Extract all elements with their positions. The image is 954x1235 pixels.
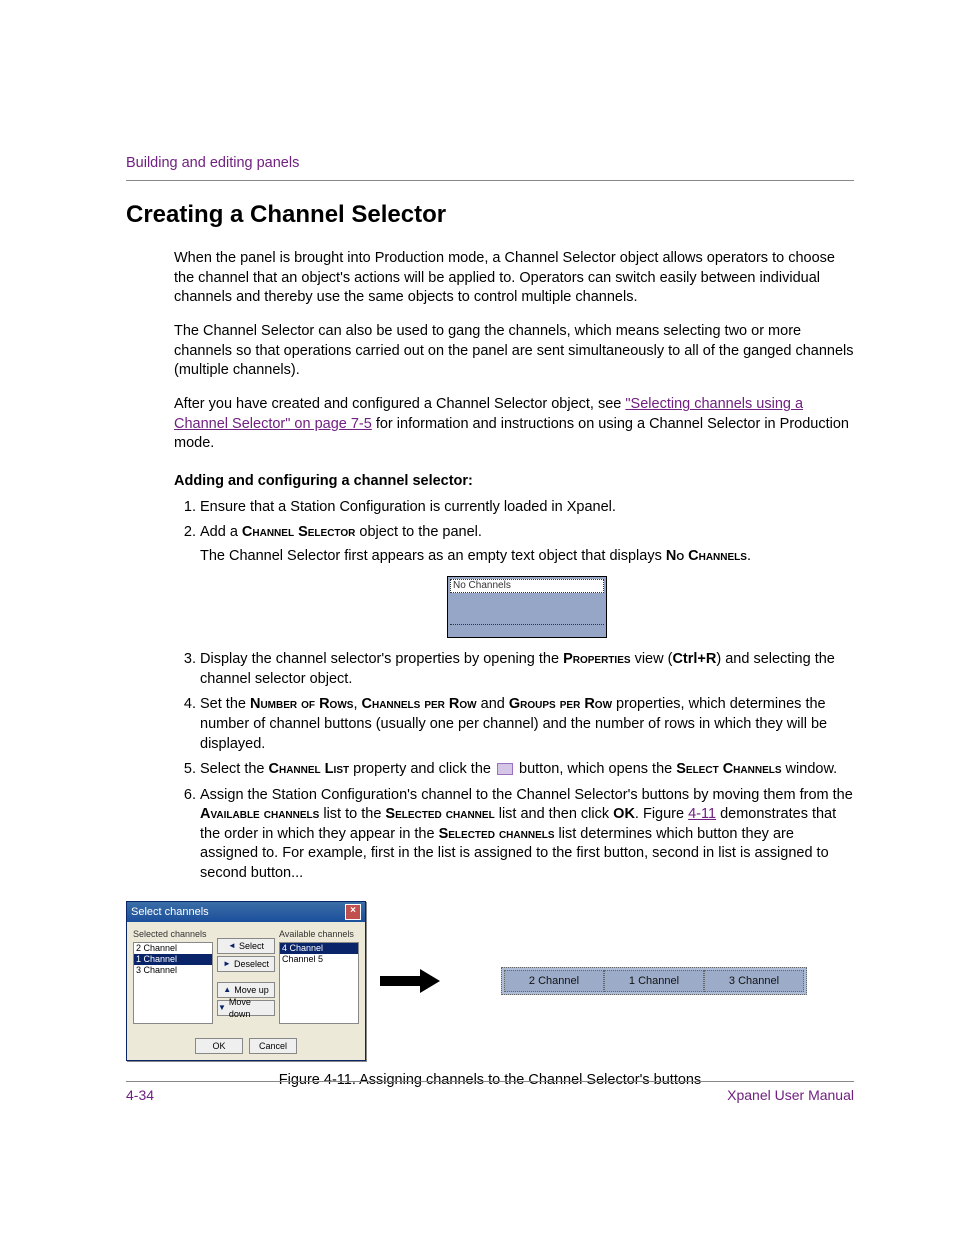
dialog-footer: OK Cancel — [127, 1034, 365, 1060]
nc-bottom-ornament — [450, 624, 604, 635]
step5-d: window. — [782, 761, 838, 777]
ellipsis-button-icon — [497, 763, 513, 775]
selected-channels-column: Selected channels 2 Channel 1 Channel 3 … — [133, 928, 213, 1028]
select-button[interactable]: ◄Select — [217, 938, 275, 954]
page-number: 4-34 — [126, 1086, 154, 1105]
para3-pre: After you have created and configured a … — [174, 396, 625, 412]
list-item[interactable]: 3 Channel — [134, 965, 212, 976]
available-channels-column: Available channels 4 Channel Channel 5 — [279, 928, 359, 1028]
list-item[interactable]: Channel 5 — [280, 954, 358, 965]
channel-selector-empty: No Channels — [447, 576, 607, 638]
dialog-button-column: ◄Select ►Deselect ▲Move up ▼Move down — [217, 928, 275, 1028]
arrow-right-icon — [380, 969, 440, 993]
move-down-button[interactable]: ▼Move down — [217, 1000, 275, 1016]
step5-c: button, which opens the — [515, 761, 676, 777]
step3-b: view ( — [631, 651, 673, 667]
step2-text-a: Add a — [200, 524, 242, 540]
breadcrumb: Building and editing panels — [126, 154, 854, 174]
selected-channels-list[interactable]: 2 Channel 1 Channel 3 Channel — [133, 942, 213, 1024]
arrow-up-icon: ▲ — [223, 986, 231, 994]
manual-name: Xpanel User Manual — [727, 1086, 854, 1105]
step2sub-b: . — [747, 548, 751, 564]
step-5: Select the Channel List property and cli… — [200, 760, 854, 780]
step6-sc1: Available channels — [200, 806, 319, 822]
step2-sub: The Channel Selector first appears as an… — [200, 547, 854, 567]
step2sub-a: The Channel Selector first appears as an… — [200, 548, 666, 564]
step4-m2: and — [477, 696, 509, 712]
step6-m3: . Figure — [635, 806, 688, 822]
deselect-button[interactable]: ►Deselect — [217, 956, 275, 972]
close-icon[interactable]: × — [345, 904, 361, 920]
step-3: Display the channel selector's propertie… — [200, 650, 854, 689]
dialog-title-text: Select channels — [131, 905, 209, 920]
ok-button[interactable]: OK — [195, 1038, 243, 1054]
step4-a: Set the — [200, 696, 250, 712]
channel-button[interactable]: 1 Channel — [604, 970, 704, 992]
step6-a: Assign the Station Configuration's chann… — [200, 787, 853, 803]
step5-sc2: Select Channels — [676, 761, 781, 777]
arrow-left-icon: ◄ — [228, 942, 236, 950]
step-2: Add a Channel Selector object to the pan… — [200, 523, 854, 638]
step4-sc3: Groups per Row — [509, 696, 612, 712]
channel-selector-preview: 2 Channel 1 Channel 3 Channel — [501, 967, 807, 995]
paragraph-2: The Channel Selector can also be used to… — [174, 322, 854, 381]
step5-b: property and click the — [349, 761, 495, 777]
step4-m1: , — [353, 696, 361, 712]
selected-channels-label: Selected channels — [133, 928, 213, 940]
paragraph-3: After you have created and configured a … — [174, 395, 854, 454]
procedure-list: Ensure that a Station Configuration is c… — [174, 498, 854, 884]
step3-shortcut: Ctrl+R — [672, 651, 716, 667]
step2-smallcap: Channel Selector — [242, 524, 355, 540]
list-item[interactable]: 4 Channel — [280, 943, 358, 954]
header-rule — [126, 180, 854, 181]
step2-text-b: object to the panel. — [355, 524, 482, 540]
step-1: Ensure that a Station Configuration is c… — [200, 498, 854, 518]
dialog-titlebar: Select channels × — [127, 902, 365, 922]
moveup-button-label: Move up — [234, 984, 269, 996]
dialog-body: Selected channels 2 Channel 1 Channel 3 … — [127, 922, 365, 1034]
step6-sc2: Selected channel — [385, 806, 494, 822]
document-page: Building and editing panels Creating a C… — [0, 0, 954, 1235]
select-channels-dialog: Select channels × Selected channels 2 Ch… — [126, 901, 366, 1061]
step4-sc2: Channels per Row — [362, 696, 477, 712]
arrow-right-icon: ► — [223, 960, 231, 968]
page-footer: 4-34 Xpanel User Manual — [126, 1081, 854, 1105]
figure-ref-link[interactable]: 4-11 — [688, 806, 716, 822]
select-button-label: Select — [239, 940, 264, 952]
step3-sc: Properties — [563, 651, 630, 667]
step5-a: Select the — [200, 761, 269, 777]
step2sub-sc: No Channels — [666, 548, 747, 564]
movedown-button-label: Move down — [229, 996, 274, 1020]
cancel-button[interactable]: Cancel — [249, 1038, 297, 1054]
figure-4-11: Select channels × Selected channels 2 Ch… — [126, 901, 854, 1061]
step6-ok: OK — [613, 806, 635, 822]
no-channels-figure: No Channels — [447, 576, 607, 638]
page-title: Creating a Channel Selector — [126, 199, 854, 231]
channel-button[interactable]: 3 Channel — [704, 970, 804, 992]
no-channels-label: No Channels — [450, 579, 604, 593]
available-channels-list[interactable]: 4 Channel Channel 5 — [279, 942, 359, 1024]
step-4: Set the Number of Rows, Channels per Row… — [200, 695, 854, 754]
step5-sc1: Channel List — [269, 761, 350, 777]
step-6: Assign the Station Configuration's chann… — [200, 786, 854, 884]
step6-m1: list to the — [319, 806, 385, 822]
deselect-button-label: Deselect — [234, 958, 269, 970]
step6-sc3: Selected channels — [439, 826, 555, 842]
arrow-down-icon: ▼ — [218, 1004, 226, 1012]
channel-button[interactable]: 2 Channel — [504, 970, 604, 992]
list-item[interactable]: 1 Channel — [134, 954, 212, 965]
paragraph-1: When the panel is brought into Productio… — [174, 249, 854, 308]
procedure-heading: Adding and configuring a channel selecto… — [174, 472, 854, 492]
list-item[interactable]: 2 Channel — [134, 943, 212, 954]
step6-m2: list and then click — [495, 806, 613, 822]
step3-a: Display the channel selector's propertie… — [200, 651, 563, 667]
step4-sc1: Number of Rows — [250, 696, 353, 712]
available-channels-label: Available channels — [279, 928, 359, 940]
